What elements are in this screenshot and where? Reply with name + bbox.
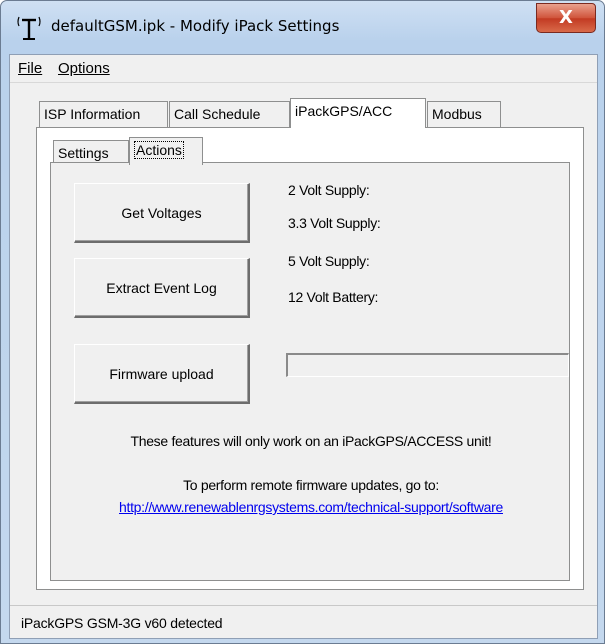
subtab-label: Actions [134,141,184,159]
menu-options-label: Options [58,60,110,77]
status-text: iPackGPS GSM-3G v60 detected [21,615,223,631]
title-bar[interactable]: defaultGSM.ipk - Modify iPack Settings X [1,1,604,53]
client-area: File Options ISP Information Call Schedu… [9,54,598,639]
remote-update-note: To perform remote firmware updates, go t… [183,477,439,493]
tab-label: ISP Information [44,106,141,122]
volt-3-3-label: 3.3 Volt Supply: [288,215,381,231]
subtab-actions[interactable]: Actions [129,137,203,165]
subtab-settings[interactable]: Settings [53,140,129,164]
window-title: defaultGSM.ipk - Modify iPack Settings [51,17,340,35]
tab-ipackgps-acc[interactable]: iPackGPS/ACC [290,98,426,128]
firmware-link[interactable]: http://www.renewablenrgsystems.com/techn… [119,499,503,515]
actions-panel: Get Voltages Extract Event Log Firmware … [50,162,570,581]
tab-panel-ipackgps: Settings Actions Get Voltages Extract Ev… [36,127,584,590]
menu-options[interactable]: Options [58,60,110,77]
tab-call-schedule[interactable]: Call Schedule [169,101,290,127]
window-frame: defaultGSM.ipk - Modify iPack Settings X… [0,0,605,644]
volt-5-label: 5 Volt Supply: [288,253,370,269]
close-icon: X [559,7,573,28]
feature-note: These features will only work on an iPac… [130,433,492,449]
close-button[interactable]: X [536,3,596,33]
firmware-link-row: http://www.renewablenrgsystems.com/techn… [51,499,571,515]
extract-event-log-button[interactable]: Extract Event Log [74,258,250,318]
firmware-progress-bar [286,353,569,377]
tab-modbus[interactable]: Modbus [427,101,501,127]
get-voltages-button[interactable]: Get Voltages [74,183,250,243]
menu-file-label: File [18,60,43,77]
antenna-icon [17,16,41,40]
tab-label: Modbus [432,106,482,122]
tab-label: iPackGPS/ACC [295,103,393,119]
status-bar: iPackGPS GSM-3G v60 detected [10,605,597,638]
tab-label: Call Schedule [174,106,261,122]
firmware-upload-button[interactable]: Firmware upload [74,344,250,404]
volt-2-label: 2 Volt Supply: [288,182,370,198]
subtab-label: Settings [58,145,109,161]
tab-isp-information[interactable]: ISP Information [39,101,168,127]
menu-bar: File Options [10,55,597,83]
volt-12-battery-label: 12 Volt Battery: [288,289,379,305]
menu-file[interactable]: File [18,60,42,77]
